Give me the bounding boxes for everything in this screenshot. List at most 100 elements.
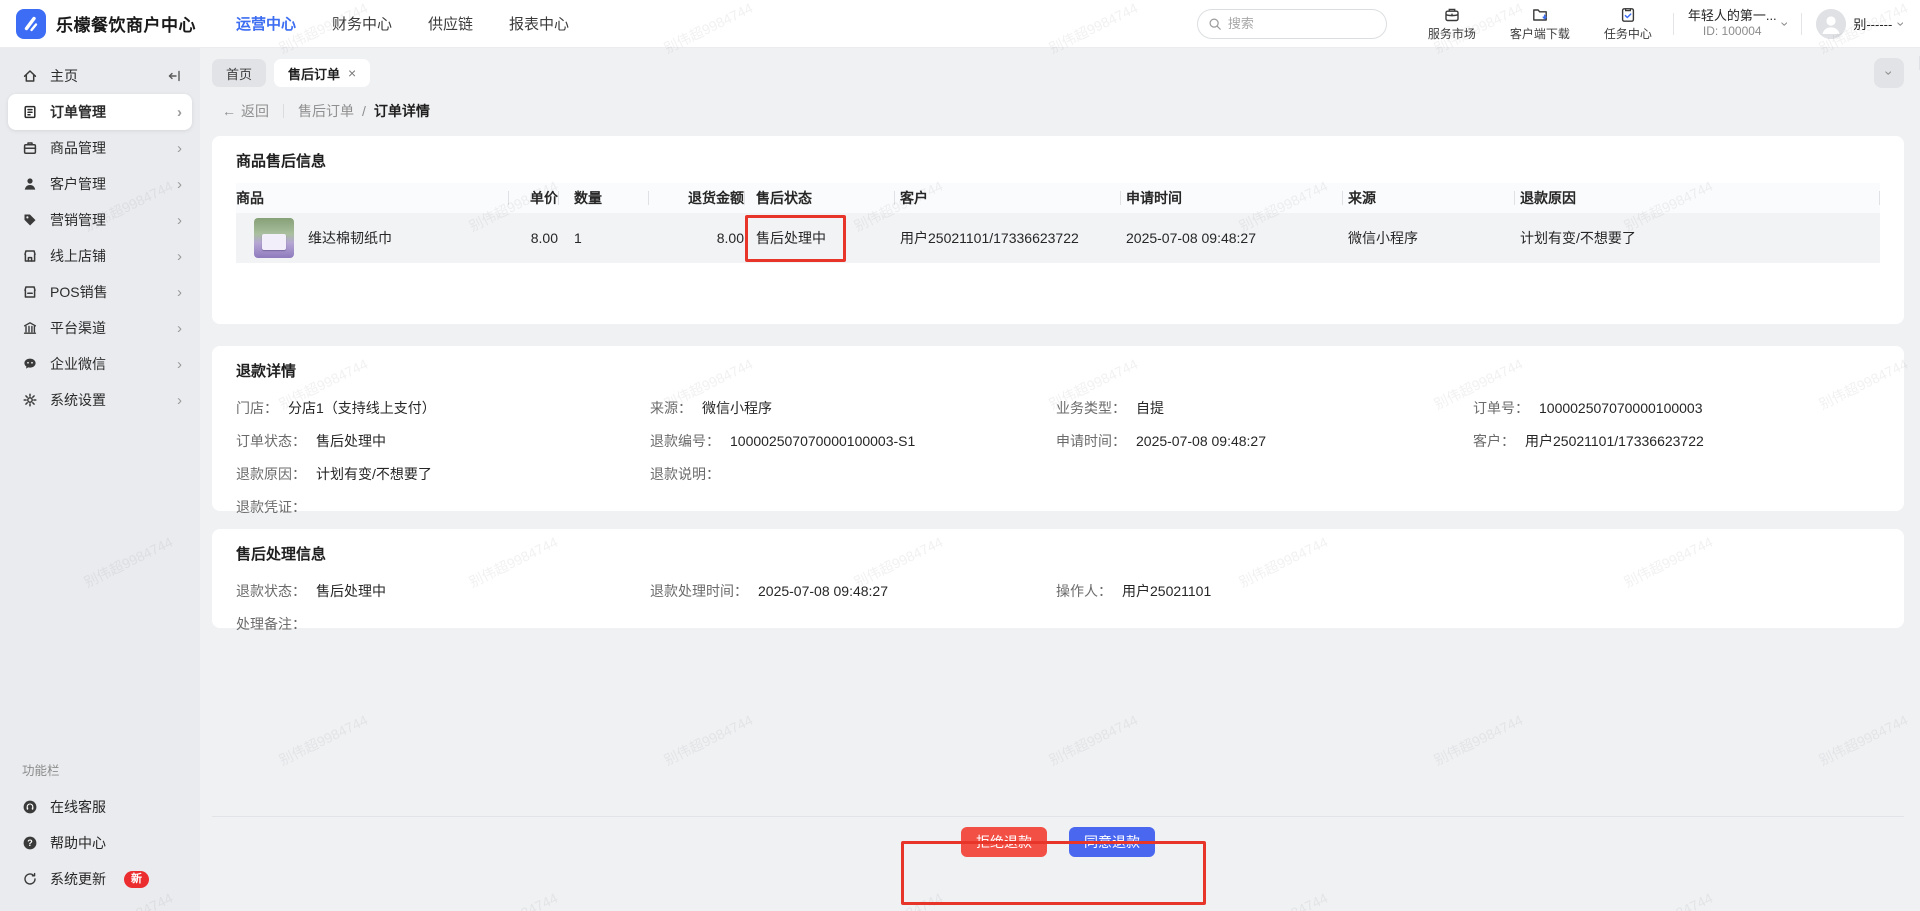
sidebar-item-settings[interactable]: 系统设置 ›: [8, 382, 192, 418]
sidebar-item-wecom[interactable]: 企业微信 ›: [8, 346, 192, 382]
approve-refund-button[interactable]: 同意退款: [1069, 827, 1155, 857]
field-label: 业务类型：: [1056, 399, 1126, 416]
field-operator: 操作人： 用户25021101: [1056, 574, 1473, 607]
card-title: 商品售后信息: [236, 153, 327, 170]
col-apply-time: 申请时间: [1120, 183, 1342, 213]
sidebar-item-system-update[interactable]: 系统更新 新: [0, 861, 200, 897]
field-label: 来源：: [650, 399, 692, 416]
question-circle-icon: ?: [23, 836, 37, 850]
field-value: 2025-07-08 09:48:27: [758, 582, 888, 599]
service-market-link[interactable]: 服务市场: [1421, 6, 1483, 42]
status-cell: 售后处理中: [756, 230, 826, 246]
top-nav-reports[interactable]: 报表中心: [509, 13, 569, 34]
top-nav-operations[interactable]: 运营中心: [236, 13, 296, 34]
field-source: 来源： 微信小程序: [650, 391, 1056, 424]
quantity-cell: 1: [574, 230, 582, 246]
sidebar-item-online-support[interactable]: 在线客服: [0, 789, 200, 825]
refund-details-card: 退款详情 门店： 分店1（支持线上支付） 来源： 微信小程序 业务类型： 自提 订单号…: [212, 346, 1904, 515]
wechat-icon: [24, 358, 36, 369]
topbar-quick-links: 服务市场 客户端下载 任务中心: [1421, 6, 1659, 42]
tab-after-sale-orders[interactable]: 售后订单 ×: [274, 59, 371, 87]
sidebar-item-help-center[interactable]: ? 帮助中心: [0, 825, 200, 861]
user-menu[interactable]: 别------ ›: [1816, 8, 1910, 39]
sidebar: 主页 订单管理 › 商品管理 › 客户管理 › 营销管理 › 线上店铺 › PO…: [0, 48, 200, 911]
sidebar-item-label: 平台渠道: [50, 320, 106, 336]
task-center-label: 任务中心: [1603, 26, 1652, 41]
col-refund-amount: 退货金额: [648, 183, 744, 213]
tab-home[interactable]: 首页: [212, 59, 267, 87]
field-label: 门店：: [236, 399, 278, 416]
sidebar-item-platform-channels[interactable]: 平台渠道 ›: [8, 310, 192, 346]
sidebar-item-online-store[interactable]: 线上店铺 ›: [8, 238, 192, 274]
sidebar-item-marketing[interactable]: 营销管理 ›: [8, 202, 192, 238]
chevron-right-icon: ›: [177, 355, 182, 373]
sidebar-footer: 功能栏 在线客服 ? 帮助中心 系统更新 新: [0, 760, 200, 897]
sidebar-collapse-icon[interactable]: [166, 68, 182, 84]
topbar-divider-2: [1801, 12, 1803, 35]
topbar: 乐檬餐饮商户中心 运营中心 财务中心 供应链 报表中心 服务市场: [0, 0, 1920, 48]
store-account-switcher[interactable]: 年轻人的第一... ID: 100004 ›: [1688, 8, 1793, 39]
sidebar-item-label: 客户管理: [50, 176, 106, 192]
sidebar-item-pos[interactable]: POS销售 ›: [8, 274, 192, 310]
sidebar-item-label: 主页: [50, 68, 78, 84]
home-icon: [23, 70, 37, 82]
brand-logo-icon: [16, 8, 46, 39]
brand-title: 乐檬餐饮商户中心: [56, 16, 196, 35]
refresh-icon: [24, 872, 36, 885]
top-nav-finance[interactable]: 财务中心: [332, 13, 392, 34]
sidebar-item-label: 营销管理: [50, 212, 106, 228]
close-icon[interactable]: ×: [348, 65, 356, 81]
tab-label: 售后订单: [288, 66, 341, 82]
sidebar-item-orders[interactable]: 订单管理 ›: [8, 94, 192, 130]
user-name: 别------: [1853, 17, 1893, 32]
sidebar-item-label: 订单管理: [50, 104, 106, 120]
breadcrumb-parent[interactable]: 售后订单: [298, 101, 354, 121]
chevron-right-icon: ›: [177, 247, 182, 265]
field-value: 100002507070000100003: [1539, 399, 1703, 416]
field-value: 用户25021101: [1122, 582, 1212, 599]
search-icon: [1208, 17, 1222, 31]
field-value: 微信小程序: [702, 399, 772, 416]
sidebar-item-label: POS销售: [50, 284, 108, 300]
col-customer: 客户: [894, 183, 1120, 213]
aftersale-process-card: 售后处理信息 退款状态： 售后处理中 退款处理时间： 2025-07-08 09:4…: [212, 529, 1904, 632]
client-download-link[interactable]: 客户端下载: [1509, 6, 1571, 42]
field-empty: [1473, 457, 1880, 490]
global-search[interactable]: [1196, 8, 1387, 39]
marketing-tag-icon: [24, 214, 36, 226]
chevron-right-icon: ›: [177, 391, 182, 409]
card-title: 售后处理信息: [236, 546, 327, 563]
sidebar-item-customers[interactable]: 客户管理 ›: [8, 166, 192, 202]
top-nav-supply-chain[interactable]: 供应链: [428, 13, 473, 34]
field-label: 退款说明：: [650, 465, 720, 482]
field-label: 退款状态：: [236, 582, 306, 599]
field-value: 分店1（支持线上支付）: [288, 399, 436, 416]
page-title: 订单详情: [373, 103, 430, 119]
field-value: 100002507070000100003-S1: [730, 432, 916, 449]
field-process-time: 退款处理时间： 2025-07-08 09:48:27: [650, 574, 1056, 607]
chevron-right-icon: ›: [177, 319, 182, 337]
field-label: 退款原因：: [236, 465, 306, 482]
service-market-label: 服务市场: [1427, 26, 1476, 41]
search-input[interactable]: [1227, 16, 1358, 31]
sidebar-item-label: 线上店铺: [50, 248, 106, 264]
unit-price-cell: 8.00: [530, 230, 558, 246]
field-label: 操作人：: [1056, 582, 1112, 599]
service-market-icon: [1443, 6, 1461, 24]
customer-cell: 用户25021101/17336623722: [900, 230, 1079, 246]
table-header-row: 商品 单价 数量 退货金额 售后状态 客户 申请时间 来源 退款原因: [236, 183, 1880, 213]
sidebar-item-home[interactable]: 主页: [8, 58, 192, 94]
task-center-link[interactable]: 任务中心: [1597, 6, 1659, 42]
chevron-right-icon: ›: [177, 103, 182, 121]
back-button[interactable]: ← 返回: [222, 101, 269, 121]
field-label: 订单状态：: [236, 432, 306, 449]
sidebar-item-products[interactable]: 商品管理 ›: [8, 130, 192, 166]
tabs-collapse-button[interactable]: ›: [1874, 58, 1904, 88]
reject-refund-button[interactable]: 拒绝退款: [961, 827, 1047, 857]
platform-channel-icon: [23, 322, 37, 334]
refund-fields: 门店： 分店1（支持线上支付） 来源： 微信小程序 业务类型： 自提 订单号： 1000…: [236, 391, 1880, 523]
field-label: 退款编号：: [650, 432, 720, 449]
order-management-icon: [24, 105, 36, 119]
chevron-right-icon: ›: [177, 175, 182, 193]
field-label: 处理备注：: [236, 615, 306, 632]
